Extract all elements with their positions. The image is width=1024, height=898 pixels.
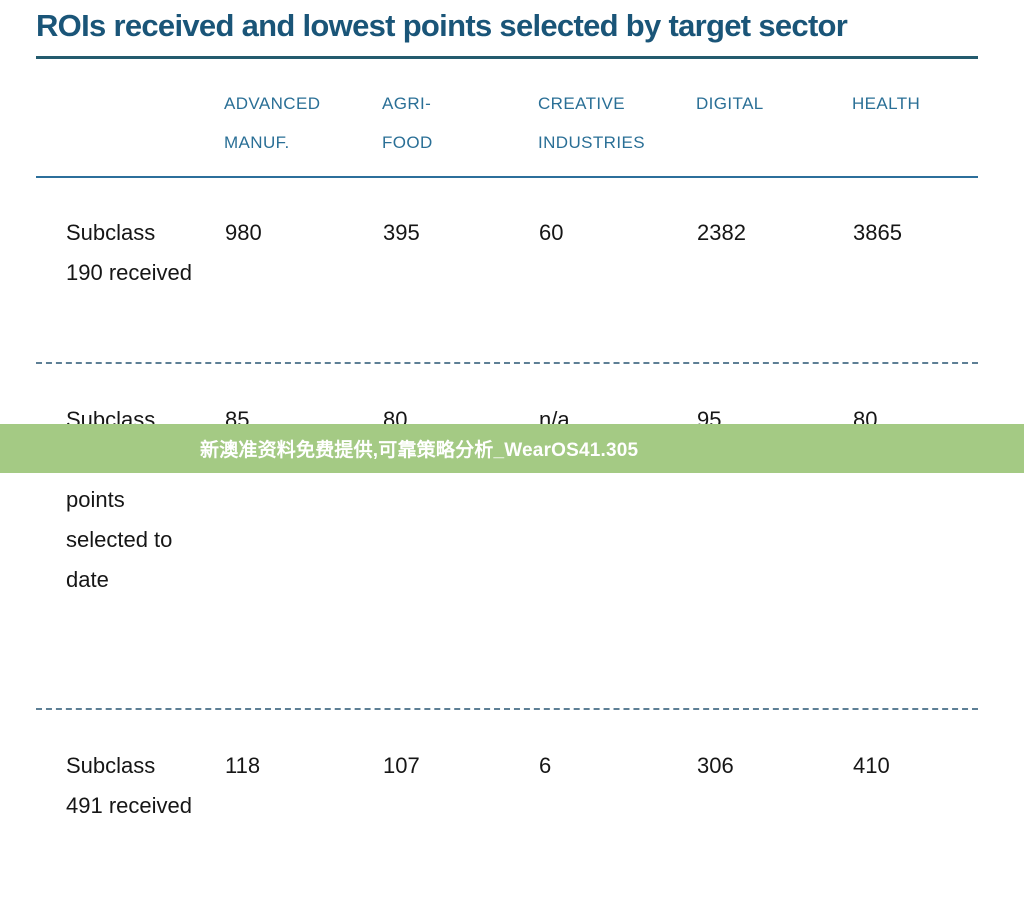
column-header-line-2: FOOD (382, 133, 433, 152)
document-page: ROIs received and lowest points selected… (0, 0, 1024, 898)
column-header-line-1: HEALTH (852, 94, 921, 113)
column-header-advanced-manuf: ADVANCED MANUF. (224, 84, 374, 162)
table-cell: 3865 (853, 220, 902, 245)
row-label-subclass-190-received: Subclass 190 received (66, 220, 192, 285)
column-header-line-2: INDUSTRIES (538, 133, 645, 152)
table-cell: 410 (853, 753, 890, 778)
table-cell: 306 (697, 753, 734, 778)
row-divider (36, 362, 978, 364)
column-header-line-1: ADVANCED (224, 94, 321, 113)
table-cell: 395 (383, 220, 420, 245)
header-divider (36, 176, 978, 178)
table-cell: 980 (225, 220, 262, 245)
row-divider (36, 708, 978, 710)
table-cell: 60 (539, 220, 564, 245)
column-header-line-1: AGRI- (382, 94, 432, 113)
row-label-subclass-491-received: Subclass 491 received (66, 753, 192, 818)
column-header-line-1: DIGITAL (696, 94, 764, 113)
column-header-health: HEALTH (852, 84, 992, 123)
table-cell: 118 (225, 753, 261, 778)
table-cell: 107 (383, 753, 420, 778)
column-header-creative-industries: CREATIVE INDUSTRIES (538, 84, 690, 162)
watermark-text: 新澳准资料免费提供,可靠策略分析_WearOS41.305 (200, 440, 639, 461)
table-cell: 2382 (697, 220, 746, 245)
column-header-line-1: CREATIVE (538, 94, 625, 113)
column-header-agri-food: AGRI- FOOD (382, 84, 532, 162)
column-header-digital: DIGITAL (696, 84, 846, 123)
column-header-line-2: MANUF. (224, 133, 290, 152)
table-cell: 6 (539, 753, 552, 778)
